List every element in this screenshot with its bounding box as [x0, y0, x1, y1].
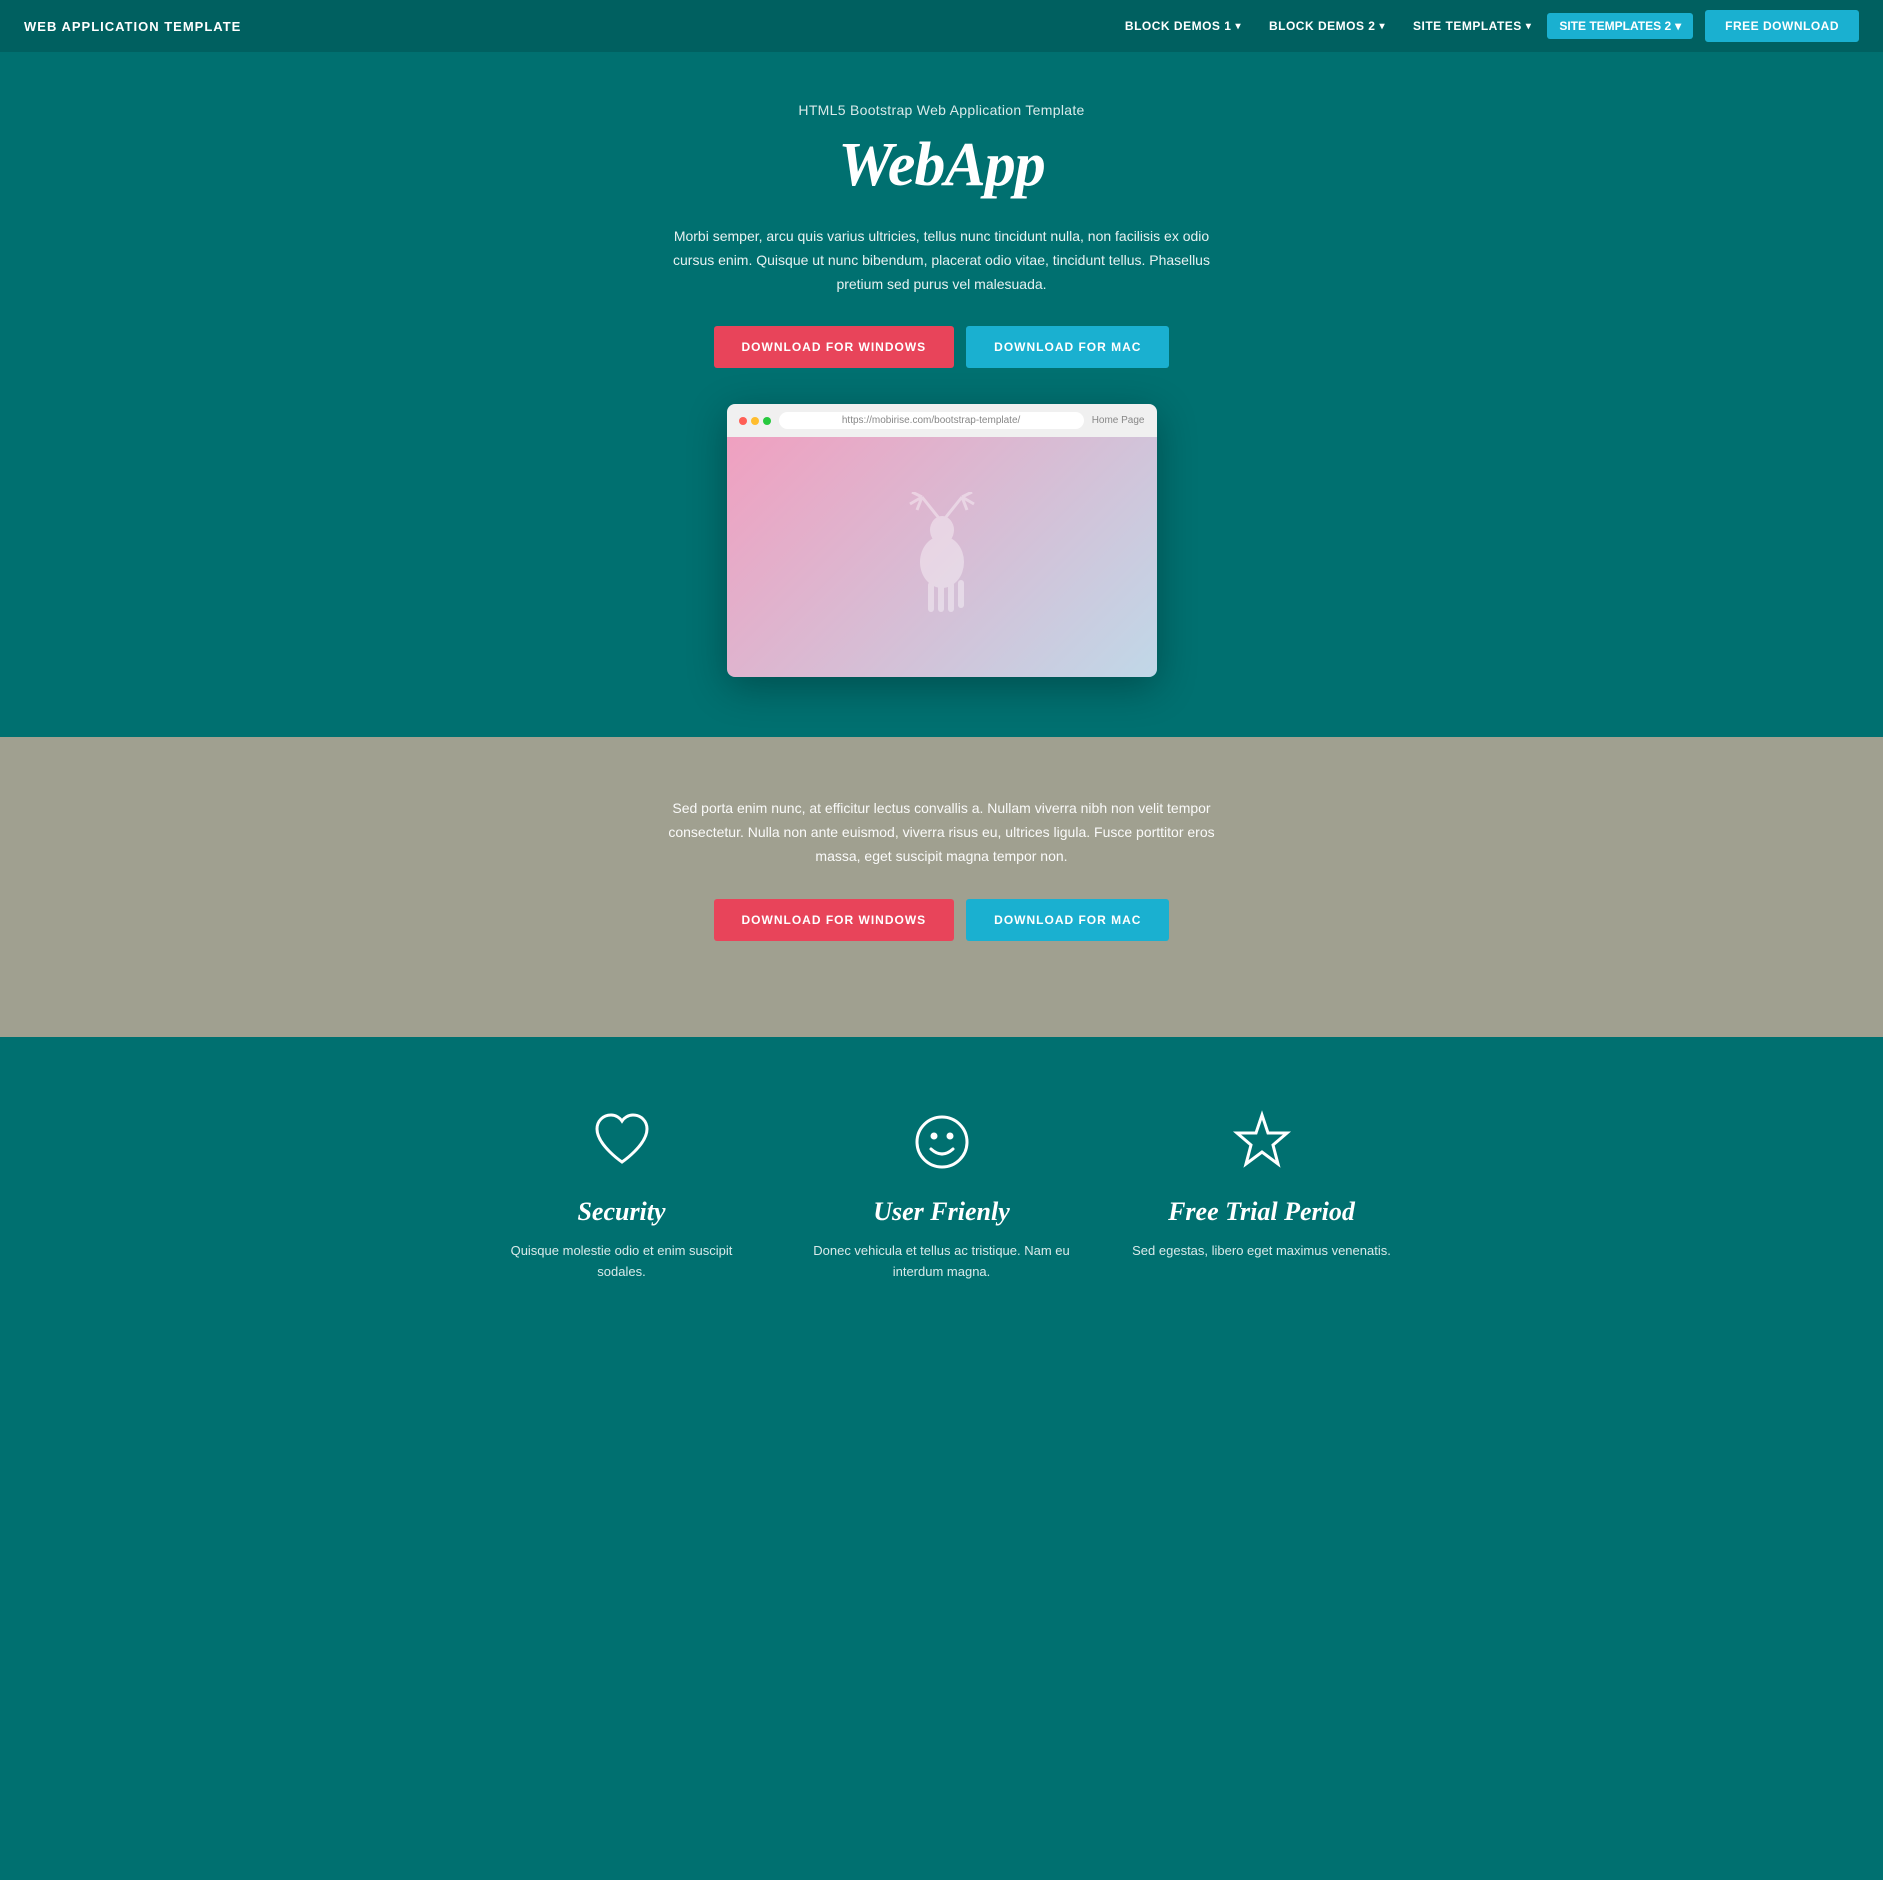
grey-section: Sed porta enim nunc, at efficitur lectus… — [0, 737, 1883, 1036]
star-icon — [1227, 1107, 1297, 1177]
security-title: Security — [492, 1197, 752, 1227]
dot-red — [739, 417, 747, 425]
hero-subtitle: HTML5 Bootstrap Web Application Template — [20, 102, 1863, 118]
nav-links: BLOCK DEMOS 1 ▾ BLOCK DEMOS 2 ▾ SITE TEM… — [1113, 10, 1859, 42]
free-trial-description: Sed egestas, libero eget maximus venenat… — [1132, 1241, 1392, 1262]
feature-free-trial: Free Trial Period Sed egestas, libero eg… — [1132, 1107, 1392, 1283]
browser-mockup: https://mobirise.com/bootstrap-template/… — [727, 404, 1157, 677]
free-trial-title: Free Trial Period — [1132, 1197, 1392, 1227]
grey-button-group: DOWNLOAD FOR WINDOWS DOWNLOAD FOR MAC — [20, 899, 1863, 941]
security-description: Quisque molestie odio et enim suscipit s… — [492, 1241, 752, 1283]
smiley-icon — [907, 1107, 977, 1177]
features-grid: Security Quisque molestie odio et enim s… — [492, 1107, 1392, 1283]
nav-site-templates-2-active[interactable]: SITE TEMPLATES 2 ▾ — [1547, 13, 1693, 39]
hero-title: WebApp — [20, 130, 1863, 201]
hero-section: HTML5 Bootstrap Web Application Template… — [0, 52, 1883, 737]
dot-green — [763, 417, 771, 425]
chevron-down-icon: ▾ — [1526, 21, 1532, 32]
hero-description: Morbi semper, arcu quis varius ultricies… — [662, 225, 1222, 296]
browser-dots — [739, 417, 771, 425]
chevron-down-icon: ▾ — [1675, 19, 1681, 33]
navbar: WEB APPLICATION TEMPLATE BLOCK DEMOS 1 ▾… — [0, 0, 1883, 52]
browser-url-bar: https://mobirise.com/bootstrap-template/ — [779, 412, 1084, 429]
browser-bar: https://mobirise.com/bootstrap-template/… — [727, 404, 1157, 437]
nav-block-demos-2[interactable]: BLOCK DEMOS 2 ▾ — [1257, 13, 1397, 39]
nav-brand: WEB APPLICATION TEMPLATE — [24, 19, 241, 34]
dot-yellow — [751, 417, 759, 425]
features-section: Security Quisque molestie odio et enim s… — [0, 1037, 1883, 1363]
deer-icon — [892, 492, 992, 622]
download-windows-button-2[interactable]: DOWNLOAD FOR WINDOWS — [714, 899, 955, 941]
download-windows-button[interactable]: DOWNLOAD FOR WINDOWS — [714, 326, 955, 368]
feature-security: Security Quisque molestie odio et enim s… — [492, 1107, 752, 1283]
user-friendly-title: User Frienly — [812, 1197, 1072, 1227]
user-friendly-description: Donec vehicula et tellus ac tristique. N… — [812, 1241, 1072, 1283]
nav-block-demos-1[interactable]: BLOCK DEMOS 1 ▾ — [1113, 13, 1253, 39]
heart-icon — [587, 1107, 657, 1177]
download-mac-button[interactable]: DOWNLOAD FOR MAC — [966, 326, 1169, 368]
nav-site-templates[interactable]: SITE TEMPLATES ▾ — [1401, 13, 1543, 39]
feature-user-friendly: User Frienly Donec vehicula et tellus ac… — [812, 1107, 1072, 1283]
download-mac-button-2[interactable]: DOWNLOAD FOR MAC — [966, 899, 1169, 941]
chevron-down-icon: ▾ — [1379, 21, 1385, 32]
grey-section-description: Sed porta enim nunc, at efficitur lectus… — [662, 797, 1222, 868]
browser-content — [727, 437, 1157, 677]
browser-home-label: Home Page — [1092, 415, 1145, 426]
chevron-down-icon: ▾ — [1235, 21, 1241, 32]
free-download-button[interactable]: FREE DOWNLOAD — [1705, 10, 1859, 42]
hero-button-group: DOWNLOAD FOR WINDOWS DOWNLOAD FOR MAC — [20, 326, 1863, 368]
